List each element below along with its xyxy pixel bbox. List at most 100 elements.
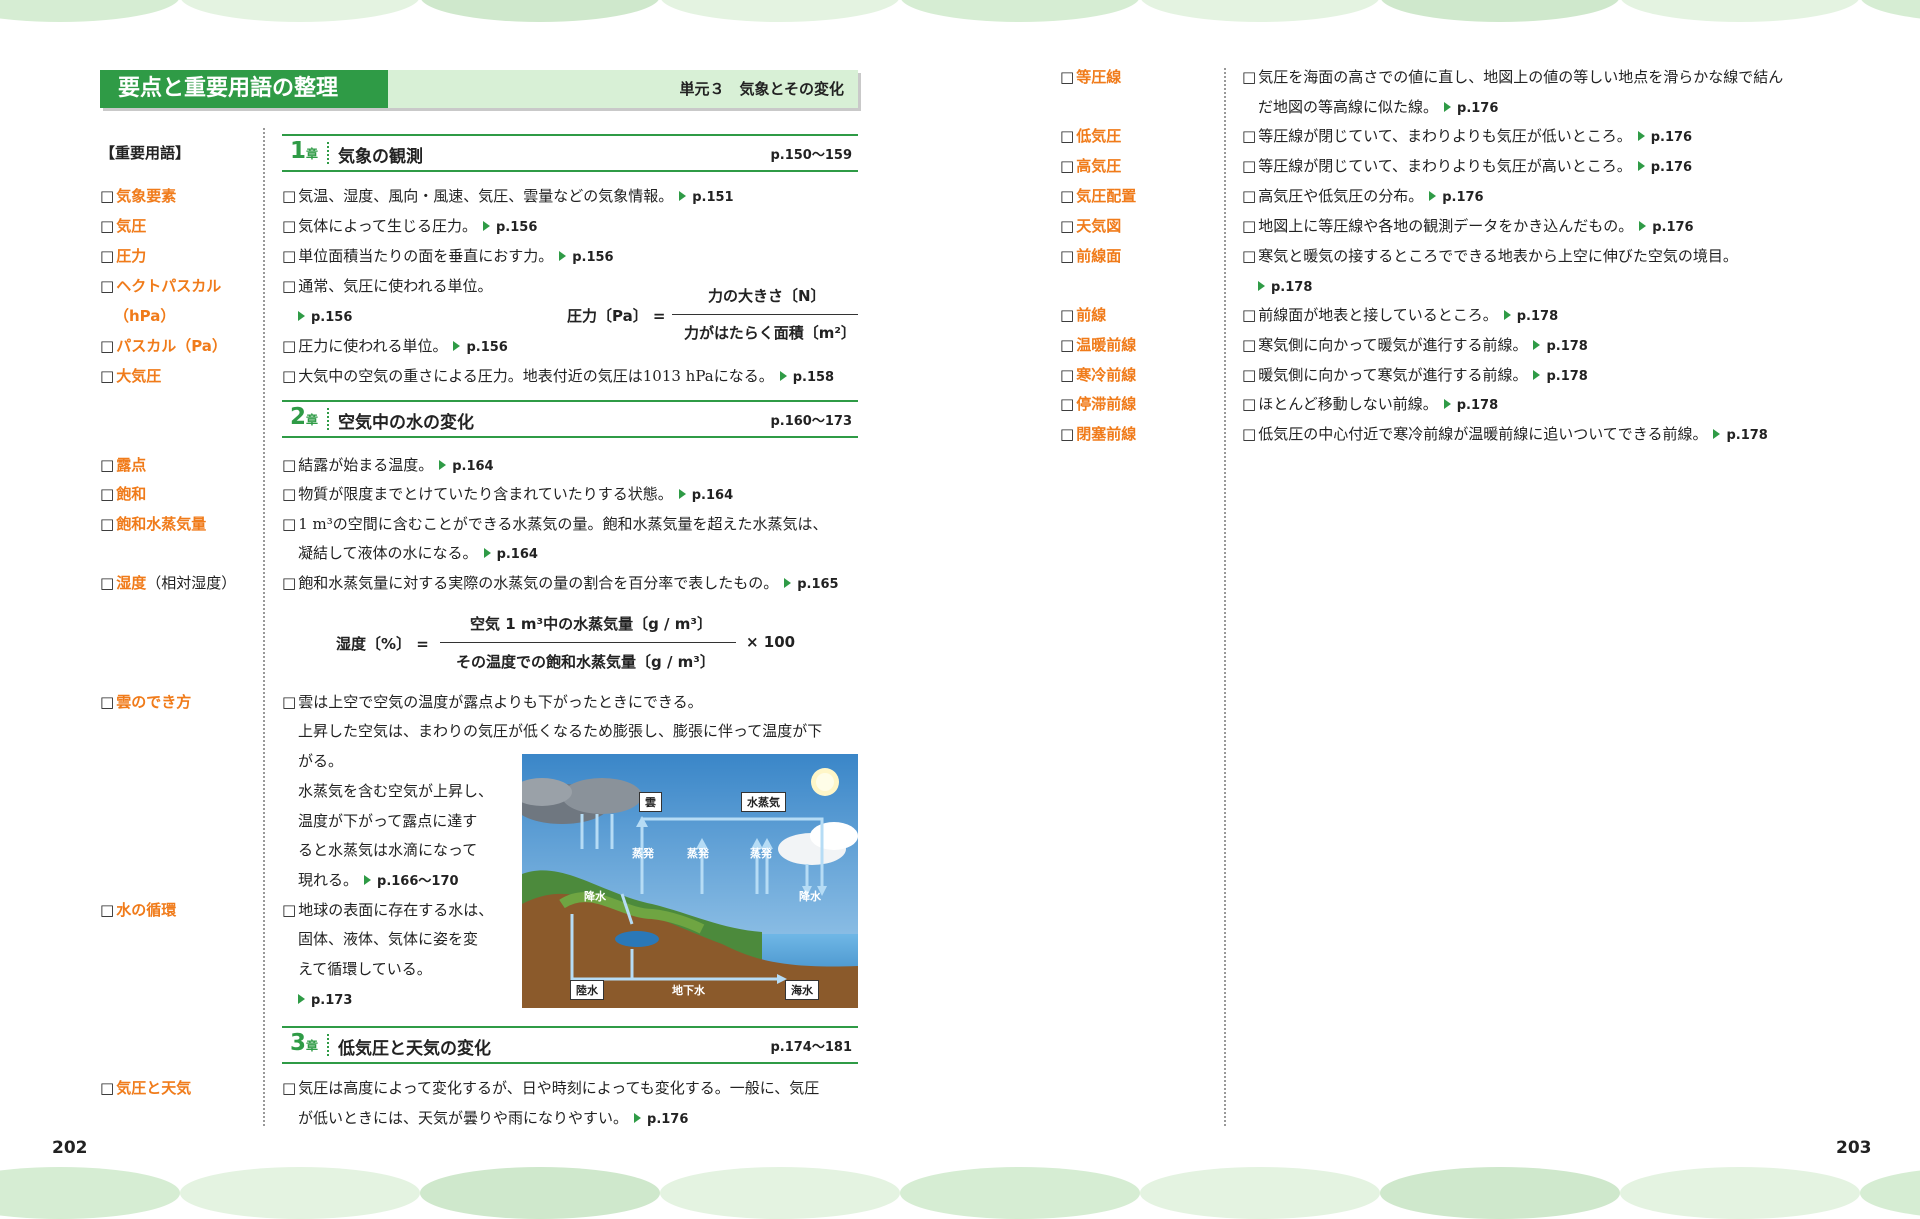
- formula-pressure-denominator: 力がはたらく面積〔m²〕: [684, 324, 856, 342]
- chapter-number: 2章: [290, 404, 319, 430]
- term-koukiatsu[interactable]: □ 高気圧: [1060, 156, 1121, 176]
- desc-touatsusen-2: だ地図の等高線に似た線。 p.176: [1258, 98, 1499, 116]
- desc-atsuryoku: □ 単位面積当たりの面を垂直におす力。 p.156: [282, 247, 614, 265]
- desc-roten: □ 結露が始まる温度。 p.164: [282, 456, 494, 474]
- top-decoration: [0, 0, 1920, 26]
- desc-pascal: □ 圧力に使われる単位。 p.156: [282, 337, 508, 355]
- formula-humidity-numerator: 空気 1 m³中の水蒸気量〔g / m³〕: [470, 615, 712, 633]
- desc-zensenmen-ref: p.178: [1252, 276, 1312, 298]
- chapter-title: 低気圧と天気の変化: [338, 1039, 491, 1059]
- desc-junkan-3: えて循環している。: [298, 960, 432, 978]
- term-houwa-suijoukiryou[interactable]: □ 飽和水蒸気量: [100, 514, 206, 534]
- formula-humidity-right: × 100: [746, 633, 796, 651]
- desc-teikiatsu: □ 等圧線が閉じていて、まわりよりも気圧が低いところ。 p.176: [1242, 127, 1693, 145]
- desc-zensenmen-1: □ 寒気と暖気の接するところでできる地表から上空に伸びた空気の境目。: [1242, 247, 1738, 265]
- desc-houwa-suijoukiryou-2: 凝結して液体の水になる。 p.164: [298, 544, 538, 562]
- diagram-label-evap-1: 蒸発: [632, 847, 654, 860]
- diagram-label-evap-3: 蒸発: [750, 847, 772, 860]
- desc-junkan-2: 固体、液体、気体に姿を変: [298, 930, 479, 948]
- desc-kumo-7: 現れる。 p.166〜170: [298, 871, 459, 889]
- desc-heisoku-zensen: □ 低気圧の中心付近で寒冷前線が温暖前線に追いついてできる前線。 p.178: [1242, 425, 1768, 443]
- term-kiatsu-to-tenki[interactable]: □ 気圧と天気: [100, 1078, 191, 1098]
- desc-junkan-1: □ 地球の表面に存在する水は、: [282, 901, 494, 919]
- term-shitsudo[interactable]: □ 湿度（相対湿度）: [100, 573, 236, 593]
- formula-humidity-line: [440, 642, 736, 643]
- diagram-label-rain-2: 降水: [799, 890, 821, 903]
- chapter-pages: p.174〜181: [770, 1040, 852, 1055]
- term-roten[interactable]: □ 露点: [100, 455, 146, 475]
- formula-humidity-left: 湿度〔%〕 =: [336, 635, 429, 653]
- diagram-label-sea: 海水: [785, 980, 819, 1000]
- page-number-right: 203: [1836, 1138, 1872, 1158]
- term-teikiatsu[interactable]: □ 低気圧: [1060, 126, 1121, 146]
- chapter-number: 1章: [290, 138, 319, 164]
- desc-kiatsu: □ 気体によって生じる圧力。 p.156: [282, 217, 538, 235]
- desc-kumo-3: がる。: [298, 752, 344, 770]
- diagram-label-land: 陸水: [570, 980, 604, 1000]
- formula-pressure-line: [672, 314, 858, 315]
- term-kanrei-zensen[interactable]: □ 寒冷前線: [1060, 365, 1136, 385]
- term-ondan-zensen[interactable]: □ 温暖前線: [1060, 335, 1136, 355]
- desc-kishou-youso: □ 気温、湿度、風向・風速、気圧、雲量などの気象情報。 p.151: [282, 187, 734, 205]
- section-header: 要点と重要用語の整理 単元３ 気象とその変化: [100, 70, 858, 108]
- desc-kumo-1: □ 雲は上空で空気の温度が露点よりも下がったときにできる。: [282, 693, 703, 711]
- term-kiatsu-haichi[interactable]: □ 気圧配置: [1060, 186, 1136, 206]
- desc-kumo-2: 上昇した空気は、まわりの気圧が低くなるため膨張し、膨張に伴って温度が下: [298, 722, 823, 740]
- diagram-label-ground: 地下水: [672, 984, 705, 997]
- desc-kanrei-zensen: □ 暖気側に向かって寒気が進行する前線。 p.178: [1242, 366, 1588, 384]
- desc-shitsudo: □ 飽和水蒸気量に対する実際の水蒸気の量の割合を百分率で表したもの。 p.165: [282, 574, 839, 592]
- term-houwa[interactable]: □ 飽和: [100, 484, 146, 504]
- chapter-3-header: 3章 低気圧と天気の変化 p.174〜181: [282, 1026, 858, 1064]
- formula-pressure-numerator: 力の大きさ〔N〕: [708, 287, 826, 305]
- diagram-label-evap-2: 蒸発: [687, 847, 709, 860]
- term-touatsusen[interactable]: □ 等圧線: [1060, 67, 1121, 87]
- desc-houwa-suijoukiryou-1: □ 1 m³の空間に含むことができる水蒸気の量。飽和水蒸気量を超えた水蒸気は、: [282, 515, 828, 533]
- desc-hectopascal: □ 通常、気圧に使われる単位。: [282, 277, 493, 295]
- chapter-pages: p.160〜173: [770, 414, 852, 429]
- right-divider: [1224, 68, 1226, 1126]
- chapter-title: 空気中の水の変化: [338, 413, 474, 433]
- desc-kiatsu-haichi: □ 高気圧や低気圧の分布。 p.176: [1242, 187, 1484, 205]
- term-kumo-no-dekikata[interactable]: □ 雲のでき方: [100, 692, 191, 712]
- unit-label: 単元３ 気象とその変化: [679, 80, 844, 98]
- term-hpa: （hPa）: [114, 307, 176, 325]
- term-hectopascal[interactable]: □ ヘクトパスカル: [100, 276, 221, 296]
- water-cycle-diagram: 雲 水蒸気 蒸発 蒸発 蒸発 降水 降水 陸水 地下水 海水: [522, 754, 858, 1008]
- chapter-number: 3章: [290, 1030, 319, 1056]
- desc-junkan-ref: p.173: [292, 989, 352, 1011]
- term-atsuryoku[interactable]: □ 圧力: [100, 246, 146, 266]
- term-pascal[interactable]: □ パスカル（Pa）: [100, 336, 227, 356]
- chapter-2-header: 2章 空気中の水の変化 p.160〜173: [282, 400, 858, 438]
- chapter-1-header: 1章 気象の観測 p.150〜159: [282, 134, 858, 172]
- desc-ondan-zensen: □ 寒気側に向かって暖気が進行する前線。 p.178: [1242, 336, 1588, 354]
- page-title: 要点と重要用語の整理: [100, 70, 388, 108]
- term-teitai-zensen[interactable]: □ 停滞前線: [1060, 394, 1136, 414]
- diagram-label-cloud: 雲: [639, 792, 662, 812]
- term-heisoku-zensen[interactable]: □ 閉塞前線: [1060, 424, 1136, 444]
- page-number-left: 202: [52, 1138, 88, 1158]
- diagram-label-vapor: 水蒸気: [741, 792, 786, 812]
- desc-taikiatsu: □ 大気中の空気の重さによる圧力。地表付近の気圧は1013 hPaになる。 p.15…: [282, 367, 835, 385]
- desc-kumo-5: 温度が下がって露点に達す: [298, 812, 478, 830]
- formula-humidity-denominator: その温度での飽和水蒸気量〔g / m³〕: [456, 653, 715, 671]
- desc-houwa: □ 物質が限度までとけていたり含まれていたりする状態。 p.164: [282, 485, 734, 503]
- chapter-pages: p.150〜159: [770, 148, 852, 163]
- desc-touatsusen-1: □ 気圧を海面の高さでの値に直し、地図上の値の等しい地点を滑らかな線で結ん: [1242, 68, 1784, 86]
- chapter-title: 気象の観測: [338, 147, 423, 167]
- term-kishou-youso[interactable]: □ 気象要素: [100, 186, 176, 206]
- term-tenkizu[interactable]: □ 天気図: [1060, 216, 1121, 236]
- desc-koukiatsu: □ 等圧線が閉じていて、まわりよりも気圧が高いところ。 p.176: [1242, 157, 1693, 175]
- desc-kiatsu-tenki-2: が低いときには、天気が曇りや雨になりやすい。 p.176: [298, 1109, 689, 1127]
- left-divider: [263, 128, 265, 1126]
- ref-hectopascal: p.156: [292, 306, 352, 328]
- term-kiatsu[interactable]: □ 気圧: [100, 216, 146, 236]
- formula-pressure-left: 圧力〔Pa〕 =: [567, 307, 666, 325]
- desc-teitai-zensen: □ ほとんど移動しない前線。 p.178: [1242, 395, 1499, 413]
- term-zensen[interactable]: □ 前線: [1060, 305, 1106, 325]
- term-zensenmen[interactable]: □ 前線面: [1060, 246, 1121, 266]
- term-taikiatsu[interactable]: □ 大気圧: [100, 366, 161, 386]
- desc-kumo-4: 水蒸気を含む空気が上昇し、: [298, 782, 494, 800]
- terms-heading: 【重要用語】: [100, 144, 191, 162]
- desc-kumo-6: ると水蒸気は水滴になって: [298, 841, 478, 859]
- term-mizu-no-junkan[interactable]: □ 水の循環: [100, 900, 176, 920]
